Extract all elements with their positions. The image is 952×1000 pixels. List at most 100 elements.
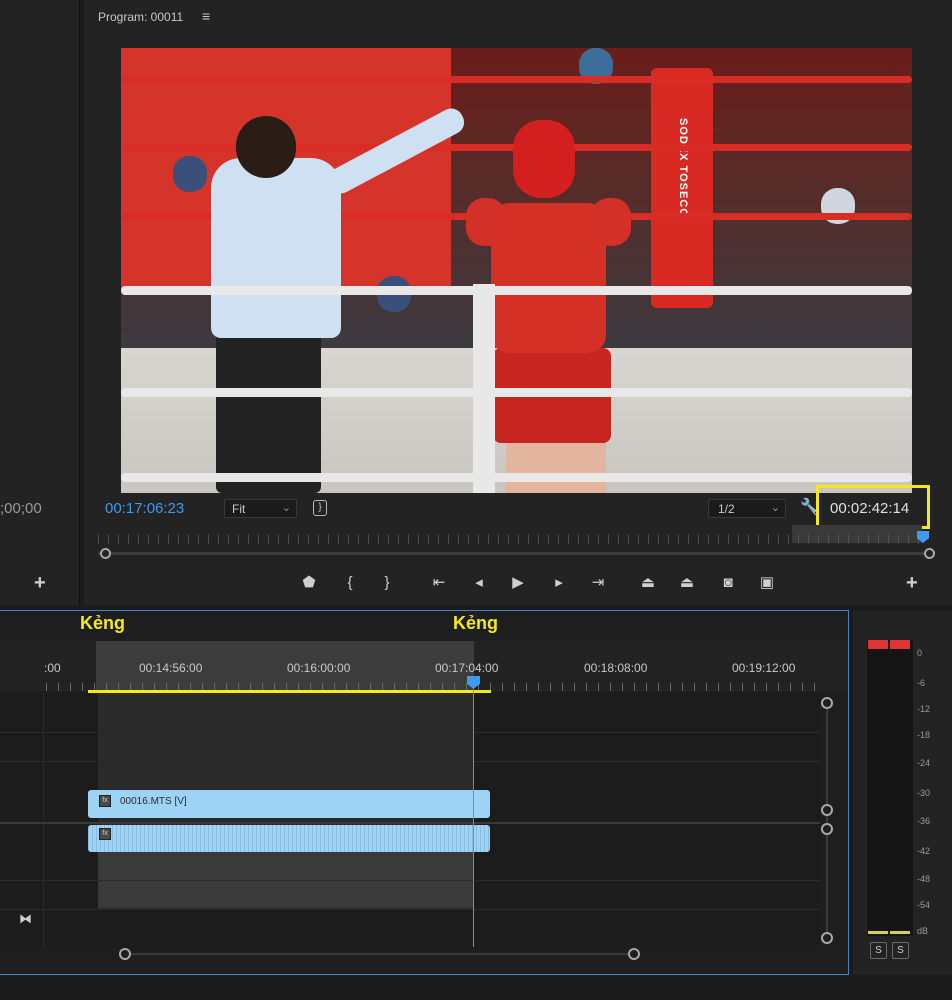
program-monitor-title[interactable]: Program: 00011 <box>98 10 183 24</box>
ring-rope <box>121 286 912 295</box>
fx-badge-icon: fx <box>99 828 111 840</box>
db-label: -24 <box>917 758 931 768</box>
annotation-label: Kẻng <box>80 613 125 633</box>
source-add-button[interactable]: + <box>34 572 46 595</box>
db-label: -30 <box>917 788 931 798</box>
boxer <box>491 203 606 353</box>
ruler-label: 00:16:00:00 <box>287 661 351 675</box>
ruler-label: :00 <box>44 661 61 675</box>
ring-rope <box>121 473 912 482</box>
hamburger-icon[interactable]: ≡ <box>202 8 210 24</box>
referee <box>211 158 341 338</box>
video-clip[interactable]: fx 00016.MTS [V] <box>88 790 490 818</box>
ring-post <box>473 284 495 493</box>
horizontal-scrollbar[interactable] <box>0 948 820 960</box>
ring-rope <box>121 76 912 83</box>
db-label: -18 <box>917 730 931 740</box>
go-to-in-icon[interactable]: ⇤ <box>427 571 451 595</box>
scroll-handle[interactable] <box>821 804 833 816</box>
ruler-label: 00:18:08:00 <box>584 661 648 675</box>
zoom-select[interactable]: Fit ⌄ <box>224 499 297 518</box>
annotation-label: Kẻng <box>453 613 498 633</box>
clip-label: 00016.MTS [V] <box>120 796 187 807</box>
play-icon[interactable]: ▶ <box>506 571 530 595</box>
boxer <box>513 120 575 198</box>
spectator <box>173 156 207 192</box>
snap-icon[interactable]: ⧓ <box>19 911 32 927</box>
resolution-select-value: 1/2 <box>718 502 735 516</box>
db-label: 0 <box>917 648 923 658</box>
audio-waveform <box>88 825 490 852</box>
scrollbar-track <box>826 702 828 942</box>
db-label: -12 <box>917 704 931 714</box>
track-divider <box>0 909 820 910</box>
solo-button[interactable]: S <box>892 942 909 959</box>
zoom-scrollbar[interactable] <box>98 552 930 555</box>
fx-badge-icon: fx <box>99 795 111 807</box>
meter-level <box>868 931 888 934</box>
scroll-handle[interactable] <box>821 823 833 835</box>
current-timecode[interactable]: 00:17:06:23 <box>105 500 184 517</box>
corner-post-text: SODEX TOSECO <box>677 118 689 218</box>
video-frame[interactable]: SODEX TOSECO <box>121 48 912 493</box>
safe-margins-icon[interactable]: } <box>313 500 327 516</box>
lift-icon[interactable]: ⏏ <box>636 571 660 595</box>
resolution-select[interactable]: 1/2 ⌄ <box>708 499 786 518</box>
duration-timecode: 00:02:42:14 <box>830 500 910 517</box>
db-label: -48 <box>917 874 931 884</box>
zoom-handle-right[interactable] <box>924 548 935 559</box>
peak-indicator[interactable] <box>868 640 888 649</box>
audio-clip[interactable]: fx <box>88 825 490 852</box>
source-monitor-panel: ;00;00 + <box>0 0 80 605</box>
db-label: -36 <box>917 816 931 826</box>
program-monitor-panel: Program: 00011 ≡ SODEX TOSECO 00:17:06:2… <box>84 0 952 605</box>
mark-out-icon[interactable]: } <box>375 571 399 595</box>
chevron-down-icon: ⌄ <box>770 502 780 514</box>
boxer <box>591 198 631 246</box>
db-label: -54 <box>917 900 931 910</box>
scroll-handle[interactable] <box>628 948 640 960</box>
step-back-icon[interactable]: ◂ <box>467 571 491 595</box>
audio-meter <box>867 640 913 936</box>
vertical-scrollbar[interactable] <box>821 697 833 947</box>
ring-rope <box>121 388 912 397</box>
source-timecode[interactable]: ;00;00 <box>0 500 42 517</box>
db-label: -6 <box>917 678 926 688</box>
db-label: -42 <box>917 846 931 856</box>
bottom-strip <box>0 976 952 1000</box>
ruler-label: 00:19:12:00 <box>732 661 796 675</box>
scroll-handle[interactable] <box>821 697 833 709</box>
track-divider <box>0 761 820 762</box>
boxer <box>506 438 606 493</box>
export-frame-icon[interactable]: ◙ <box>716 571 740 595</box>
playhead-line[interactable] <box>473 689 474 947</box>
track-divider <box>0 880 820 881</box>
track-divider <box>0 732 820 733</box>
scroll-handle[interactable] <box>119 948 131 960</box>
track-divider <box>0 822 820 824</box>
solo-button[interactable]: S <box>870 942 887 959</box>
meter-level <box>890 931 910 934</box>
peak-indicator[interactable] <box>890 640 910 649</box>
ruler-label: 00:14:56:00 <box>139 661 203 675</box>
db-unit-label: dB <box>917 926 929 936</box>
scrollbar-track <box>125 953 635 955</box>
scroll-handle[interactable] <box>821 932 833 944</box>
audio-meter-panel: 0 -6 -12 -18 -24 -30 -36 -42 -48 -54 dB … <box>853 610 952 975</box>
boxer <box>466 198 506 246</box>
go-to-out-icon[interactable]: ⇥ <box>586 571 610 595</box>
chevron-down-icon: ⌄ <box>281 502 291 514</box>
step-forward-icon[interactable]: ▸ <box>547 571 571 595</box>
program-add-button[interactable]: + <box>906 572 918 595</box>
ruler-label: 00:17:04:00 <box>435 661 499 675</box>
referee <box>216 328 321 493</box>
scrub-ruler[interactable] <box>98 534 928 544</box>
zoom-select-value: Fit <box>232 502 246 516</box>
mark-in-icon[interactable]: { <box>338 571 362 595</box>
referee <box>236 116 296 178</box>
transport-controls: ⬟ { } ⇤ ◂ ▶ ▸ ⇥ ⏏ ⏏ ◙ ▣ <box>84 571 952 595</box>
comparison-view-icon[interactable]: ▣ <box>755 571 779 595</box>
add-marker-icon[interactable]: ⬟ <box>297 571 321 595</box>
extract-icon[interactable]: ⏏ <box>675 571 699 595</box>
zoom-handle-left[interactable] <box>100 548 111 559</box>
